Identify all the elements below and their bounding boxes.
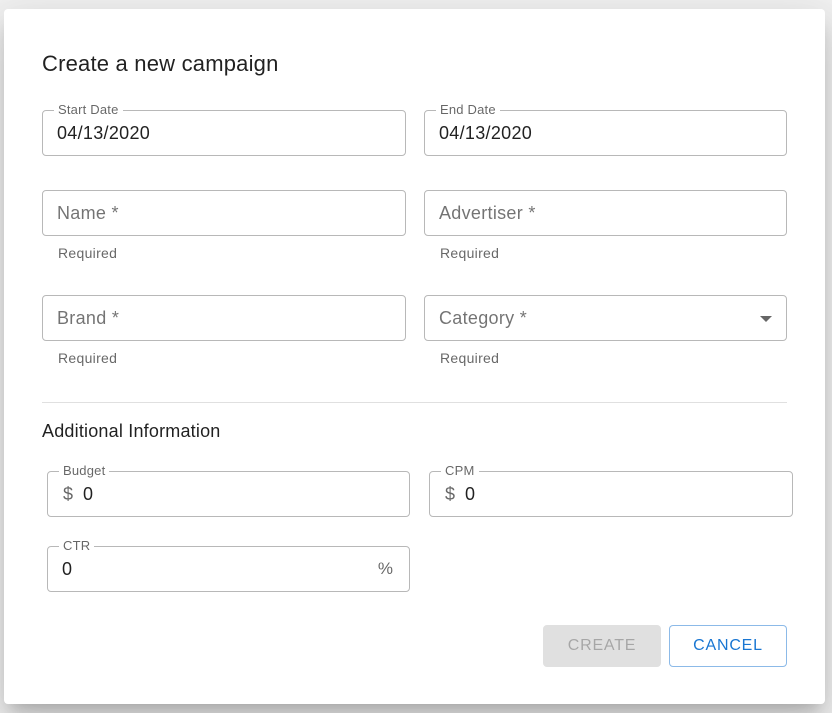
cancel-button[interactable]: CANCEL (669, 625, 787, 667)
dollar-prefix: $ (445, 484, 456, 504)
ctr-label: CTR (59, 539, 95, 553)
brand-helper-text: Required (58, 350, 118, 366)
end-date-field[interactable]: End Date 04/13/2020 (424, 103, 787, 156)
category-helper-text: Required (440, 350, 500, 366)
ctr-field[interactable]: CTR 0 % (47, 539, 410, 592)
category-placeholder: Category * (439, 308, 528, 328)
name-helper-text: Required (58, 245, 118, 261)
section-divider (42, 402, 787, 403)
create-campaign-dialog: Create a new campaign Start Date 04/13/2… (4, 9, 825, 704)
additional-information-heading: Additional Information (42, 421, 221, 441)
percent-suffix: % (377, 559, 393, 578)
brand-placeholder: Brand * (57, 308, 120, 328)
cpm-label: CPM (441, 464, 479, 478)
ctr-value: 0 (62, 559, 73, 579)
cpm-value: 0 (465, 484, 476, 504)
cpm-field[interactable]: CPM $ 0 (429, 464, 793, 517)
name-placeholder: Name * (57, 203, 119, 223)
start-date-value: 04/13/2020 (57, 123, 151, 143)
category-select[interactable]: Category * (424, 295, 787, 341)
create-button[interactable]: CREATE (543, 625, 661, 667)
dialog-title: Create a new campaign (42, 51, 279, 76)
start-date-field[interactable]: Start Date 04/13/2020 (42, 103, 406, 156)
budget-field[interactable]: Budget $ 0 (47, 464, 410, 517)
start-date-label: Start Date (54, 103, 123, 117)
budget-label: Budget (59, 464, 110, 478)
end-date-value: 04/13/2020 (439, 123, 533, 143)
name-field[interactable]: Name * (42, 190, 406, 236)
brand-field[interactable]: Brand * (42, 295, 406, 341)
advertiser-field[interactable]: Advertiser * (424, 190, 787, 236)
dollar-prefix: $ (63, 484, 74, 504)
arrow-drop-down-icon[interactable] (760, 316, 772, 322)
advertiser-placeholder: Advertiser * (439, 203, 536, 223)
end-date-label: End Date (436, 103, 500, 117)
budget-value: 0 (83, 484, 94, 504)
advertiser-helper-text: Required (440, 245, 500, 261)
